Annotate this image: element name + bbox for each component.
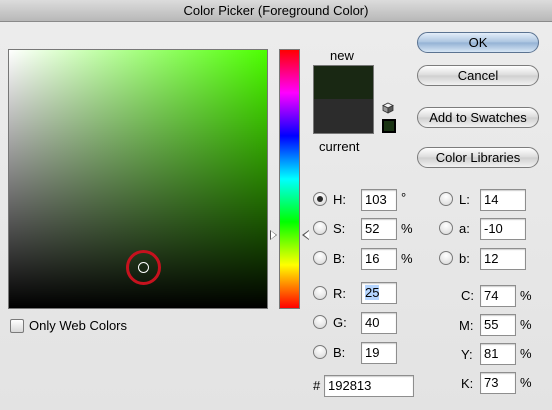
ok-button[interactable]: OK bbox=[417, 32, 539, 53]
hue-slider[interactable] bbox=[279, 49, 300, 309]
lab-l-label: L: bbox=[459, 192, 470, 207]
lab-b-label: b: bbox=[459, 251, 470, 266]
lab-b-input[interactable]: 12 bbox=[480, 248, 526, 270]
yellow-label: Y: bbox=[461, 347, 473, 362]
brightness-input[interactable]: 16 bbox=[361, 248, 397, 270]
lab-a-label: a: bbox=[459, 221, 470, 236]
add-to-swatches-button[interactable]: Add to Swatches bbox=[417, 107, 539, 128]
magenta-input[interactable]: 55 bbox=[480, 314, 516, 336]
saturation-radio[interactable] bbox=[313, 221, 327, 235]
magenta-label: M: bbox=[459, 318, 474, 333]
green-input[interactable]: 40 bbox=[361, 312, 397, 334]
cyan-unit: % bbox=[520, 288, 532, 303]
lab-a-radio[interactable] bbox=[439, 221, 453, 235]
current-label: current bbox=[319, 139, 360, 154]
brightness-radio[interactable] bbox=[313, 251, 327, 265]
hex-label: # bbox=[313, 378, 321, 393]
only-web-colors-label: Only Web Colors bbox=[29, 318, 128, 333]
black-unit: % bbox=[520, 375, 532, 390]
new-label: new bbox=[330, 48, 354, 63]
yellow-input[interactable]: 81 bbox=[480, 343, 516, 365]
blue-input[interactable]: 19 bbox=[361, 342, 397, 364]
saturation-unit: % bbox=[401, 221, 413, 236]
hue-slider-left-arrow-icon[interactable] bbox=[270, 230, 277, 240]
cyan-input[interactable]: 74 bbox=[480, 285, 516, 307]
color-libraries-button[interactable]: Color Libraries bbox=[417, 147, 539, 168]
lab-l-radio[interactable] bbox=[439, 192, 453, 206]
web-safe-cube-icon[interactable] bbox=[382, 102, 394, 114]
blue-label: B: bbox=[333, 345, 346, 360]
lab-b-radio[interactable] bbox=[439, 251, 453, 265]
red-value: 25 bbox=[365, 285, 380, 300]
saturation-label: S: bbox=[333, 221, 346, 236]
green-label: G: bbox=[333, 315, 347, 330]
magenta-unit: % bbox=[520, 317, 532, 332]
current-color-swatch[interactable] bbox=[313, 99, 374, 134]
hex-input[interactable]: 192813 bbox=[324, 375, 414, 397]
color-field-marker[interactable] bbox=[126, 250, 161, 285]
yellow-unit: % bbox=[520, 346, 532, 361]
hue-radio[interactable] bbox=[313, 192, 327, 206]
blue-radio[interactable] bbox=[313, 345, 327, 359]
black-input[interactable]: 73 bbox=[480, 372, 516, 394]
web-safe-color-swatch[interactable] bbox=[382, 119, 396, 133]
green-radio[interactable] bbox=[313, 315, 327, 329]
cancel-button[interactable]: Cancel bbox=[417, 65, 539, 86]
red-label: R: bbox=[333, 286, 346, 301]
hue-slider-right-arrow-icon[interactable] bbox=[302, 230, 309, 240]
new-color-swatch bbox=[313, 65, 374, 99]
color-field-marker-inner bbox=[138, 262, 149, 273]
saturation-input[interactable]: 52 bbox=[361, 218, 397, 240]
lab-a-input[interactable]: -10 bbox=[480, 218, 526, 240]
black-label: K: bbox=[461, 376, 474, 391]
window-title: Color Picker (Foreground Color) bbox=[0, 0, 552, 22]
red-input[interactable]: 25 bbox=[361, 282, 397, 304]
lab-l-input[interactable]: 14 bbox=[480, 189, 526, 211]
hue-label: H: bbox=[333, 192, 346, 207]
red-radio[interactable] bbox=[313, 286, 327, 300]
brightness-unit: % bbox=[401, 251, 413, 266]
brightness-label: B: bbox=[333, 251, 346, 266]
hue-unit: ° bbox=[401, 190, 407, 205]
hue-input[interactable]: 103 bbox=[361, 189, 397, 211]
cyan-label: C: bbox=[461, 288, 474, 303]
only-web-colors-checkbox[interactable] bbox=[10, 319, 24, 333]
